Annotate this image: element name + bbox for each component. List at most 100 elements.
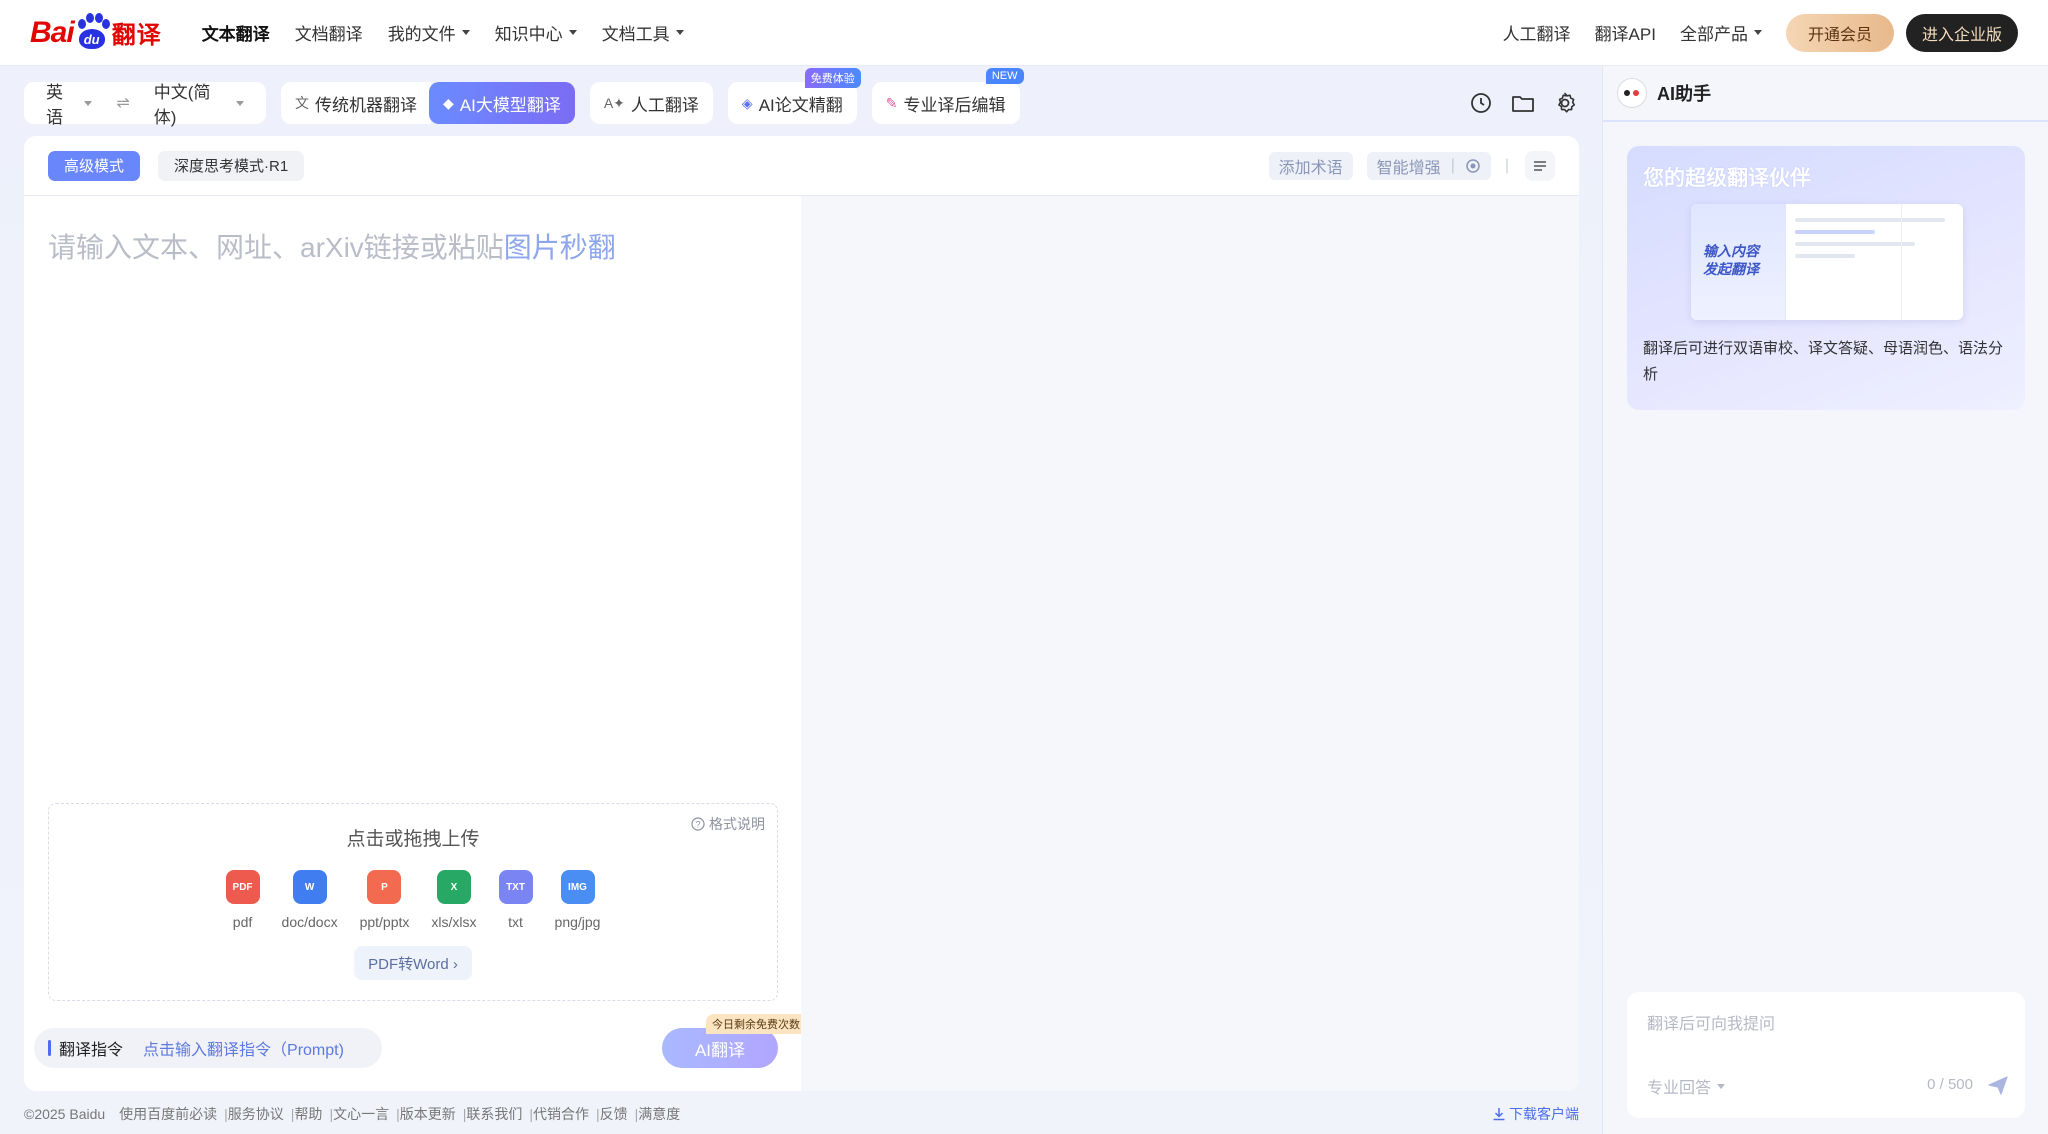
ai-translate-button[interactable]: AI翻译 xyxy=(662,1028,778,1068)
free-quota-badge: 今日剩余免费次数 3 xyxy=(706,1014,816,1034)
char-counter: 0 / 500 xyxy=(1927,1076,1973,1093)
new-badge: NEW xyxy=(985,68,1024,84)
file-type-pdf: PDF pdf xyxy=(225,870,260,930)
assistant-question-box[interactable]: 翻译后可向我提问 专业回答 0 / 500 xyxy=(1627,992,2025,1118)
file-type-txt: TXT txt xyxy=(498,870,533,930)
pdf-to-word-button[interactable]: PDF转Word › xyxy=(354,946,472,980)
assistant-title: AI助手 xyxy=(1657,84,1711,104)
footer-link[interactable]: 帮助 xyxy=(294,1106,322,1122)
footer-links: 使用百度前必读 |服务协议 |帮助 |文心一言 |版本更新 |联系我们 |代销合作 |反馈 |满… xyxy=(119,1106,681,1122)
source-pane[interactable]: 请输入文本、网址、arXiv链接或粘贴图片秒翻 点击或拖拽上传 ? 格式说明 P… xyxy=(24,196,816,1091)
prompt-input[interactable]: 翻译指令 点击输入翻译指令（Prompt) xyxy=(34,1028,382,1068)
footer-link[interactable]: 联系我们 xyxy=(466,1106,522,1122)
settings-gear-icon[interactable] xyxy=(1551,89,1579,117)
tab-ai-paper-translate[interactable]: ◈ AI论文精翻 免费体验 xyxy=(727,68,861,124)
deep-think-mode-pill[interactable]: 深度思考模式·R1 xyxy=(158,150,305,181)
nav-doc-tools[interactable]: 文档工具 xyxy=(602,20,684,45)
free-trial-badge: 免费体验 xyxy=(804,68,861,88)
chevron-down-icon xyxy=(461,30,470,35)
translate-icon: 文 xyxy=(295,95,309,111)
chevron-down-icon xyxy=(1753,30,1762,35)
tab-human-translate[interactable]: A✦ 人工翻译 xyxy=(589,82,713,124)
footer-link[interactable]: 满意度 xyxy=(638,1106,680,1122)
folder-icon[interactable] xyxy=(1509,89,1537,117)
add-term-button[interactable]: 添加术语 xyxy=(1268,151,1353,180)
answer-mode-select[interactable]: 专业回答 xyxy=(1647,1074,1726,1098)
promo-title: 您的超级翻译伙伴 xyxy=(1643,167,1811,190)
logo-text-du: du xyxy=(78,28,105,49)
source-language-select[interactable]: 英语 xyxy=(46,78,93,128)
nav-all-products[interactable]: 全部产品 xyxy=(1680,20,1762,45)
xls-file-icon: X xyxy=(436,870,471,904)
promo-shot-text: 输入内容 发起翻译 xyxy=(1703,243,1759,277)
accent-bar xyxy=(48,1040,51,1056)
copyright: ©2025 Baidu xyxy=(24,1106,106,1122)
file-type-ppt: Pppt/pptx xyxy=(359,870,410,930)
download-icon xyxy=(1493,1108,1505,1121)
file-type-doc: Wdoc/docx xyxy=(282,870,338,930)
translation-card: 高级模式 深度思考模式·R1 添加术语 智能增强 | | 请输入文本、网址、arX… xyxy=(24,136,1579,1091)
tab-traditional-mt[interactable]: 文传统机器翻译 xyxy=(281,82,431,124)
file-type-xls: Xxls/xlsx xyxy=(431,870,477,930)
ai-assistant-panel: AI助手 您的超级翻译伙伴 输入内容 发起翻译 翻译后可进行双语审校、译文答疑、母… xyxy=(1602,66,2048,1134)
footer-link[interactable]: 代销合作 xyxy=(533,1106,589,1122)
format-help-link[interactable]: ? 格式说明 xyxy=(691,814,765,834)
language-selector: 英语 ⇌ 中文(简体) xyxy=(24,82,266,127)
pdf-file-icon: PDF xyxy=(225,870,260,904)
advanced-mode-pill[interactable]: 高级模式 xyxy=(48,150,141,181)
smart-enhance-button[interactable]: 智能增强 | xyxy=(1366,151,1491,180)
footer-link[interactable]: 版本更新 xyxy=(400,1106,456,1122)
nav-translate-api[interactable]: 翻译API xyxy=(1595,20,1656,45)
file-type-label: png/jpg xyxy=(554,914,601,930)
download-client-link[interactable]: 下载客户端 xyxy=(1492,1104,1579,1124)
pen-icon: ✎ xyxy=(885,94,898,111)
nav-my-files[interactable]: 我的文件 xyxy=(388,20,470,45)
graduation-cap-icon: ◈ xyxy=(741,94,753,111)
file-type-label: ppt/pptx xyxy=(359,914,410,930)
tab-post-edit[interactable]: ✎ 专业译后编辑 NEW xyxy=(871,68,1024,124)
target-pane xyxy=(801,196,1579,1091)
assistant-avatar-icon xyxy=(1617,78,1647,108)
footer-link[interactable]: 服务协议 xyxy=(228,1106,284,1122)
enterprise-button[interactable]: 进入企业版 xyxy=(1905,13,2018,52)
chevron-down-icon xyxy=(675,30,684,35)
source-text-placeholder[interactable]: 请输入文本、网址、arXiv链接或粘贴图片秒翻 xyxy=(48,226,616,266)
chevron-down-icon xyxy=(568,30,577,35)
baidu-fanyi-logo[interactable]: Bai du 翻译 xyxy=(30,12,162,53)
nav-human-translate[interactable]: 人工翻译 xyxy=(1503,20,1571,45)
cube-icon: ◆ xyxy=(443,94,454,111)
prompt-label: 翻译指令 xyxy=(59,1042,124,1059)
nav-knowledge-center[interactable]: 知识中心 xyxy=(495,20,577,45)
history-clock-icon[interactable] xyxy=(1467,89,1495,117)
footer-link[interactable]: 反馈 xyxy=(600,1106,628,1122)
file-type-label: doc/docx xyxy=(281,914,338,930)
target-language-select[interactable]: 中文(简体) xyxy=(154,78,244,128)
file-type-label: txt xyxy=(508,914,523,930)
file-upload-zone[interactable]: 点击或拖拽上传 ? 格式说明 PDF pdf Wdoc/docx Pppt/pptx X… xyxy=(48,803,778,1001)
chevron-down-icon xyxy=(84,100,93,106)
target-icon xyxy=(1466,158,1480,173)
tab-ai-llm-translate[interactable]: ◆ AI大模型翻译 xyxy=(429,82,575,124)
open-vip-button[interactable]: 开通会员 xyxy=(1785,13,1894,52)
logo-text-bai: Bai xyxy=(30,15,75,49)
send-icon[interactable] xyxy=(1987,1074,2009,1101)
promo-screenshot: 输入内容 发起翻译 xyxy=(1691,204,1963,320)
file-type-label: xls/xlsx xyxy=(431,914,477,930)
prompt-placeholder[interactable]: 点击输入翻译指令（Prompt) xyxy=(143,1036,344,1060)
footer: ©2025 Baidu 使用百度前必读 |服务协议 |帮助 |文心一言 |版本更新 |联系… xyxy=(24,1104,1579,1124)
nav-text-translate[interactable]: 文本翻译 xyxy=(202,20,270,45)
nav-doc-translate[interactable]: 文档翻译 xyxy=(295,20,363,45)
file-type-png: IMG png/jpg xyxy=(554,870,601,930)
footer-link[interactable]: 文心一言 xyxy=(333,1106,389,1122)
logo-text-fanyi: 翻译 xyxy=(111,22,162,49)
options-menu-icon[interactable] xyxy=(1525,150,1555,181)
image-translate-link[interactable]: 图片秒翻 xyxy=(504,232,616,263)
translate-toolbar: 英语 ⇌ 中文(简体) 文传统机器翻译 ◆ AI大模型翻译 A✦ 人工翻译 ◈ AI论… xyxy=(24,68,1579,127)
upload-title: 点击或拖拽上传 xyxy=(346,829,480,850)
footer-link[interactable]: 使用百度前必读 xyxy=(119,1106,217,1122)
assistant-header: AI助手 xyxy=(1603,66,2048,122)
swap-language-icon[interactable]: ⇌ xyxy=(116,93,129,113)
top-navigation: Bai du 翻译 文本翻译 文档翻译 我的文件 知识中心 文档工具 人工翻译 … xyxy=(0,0,2048,66)
file-type-list: PDF pdf Wdoc/docx Pppt/pptx Xxls/xlsx TXT txt I… xyxy=(49,870,777,930)
ask-placeholder[interactable]: 翻译后可向我提问 xyxy=(1647,1010,1775,1034)
